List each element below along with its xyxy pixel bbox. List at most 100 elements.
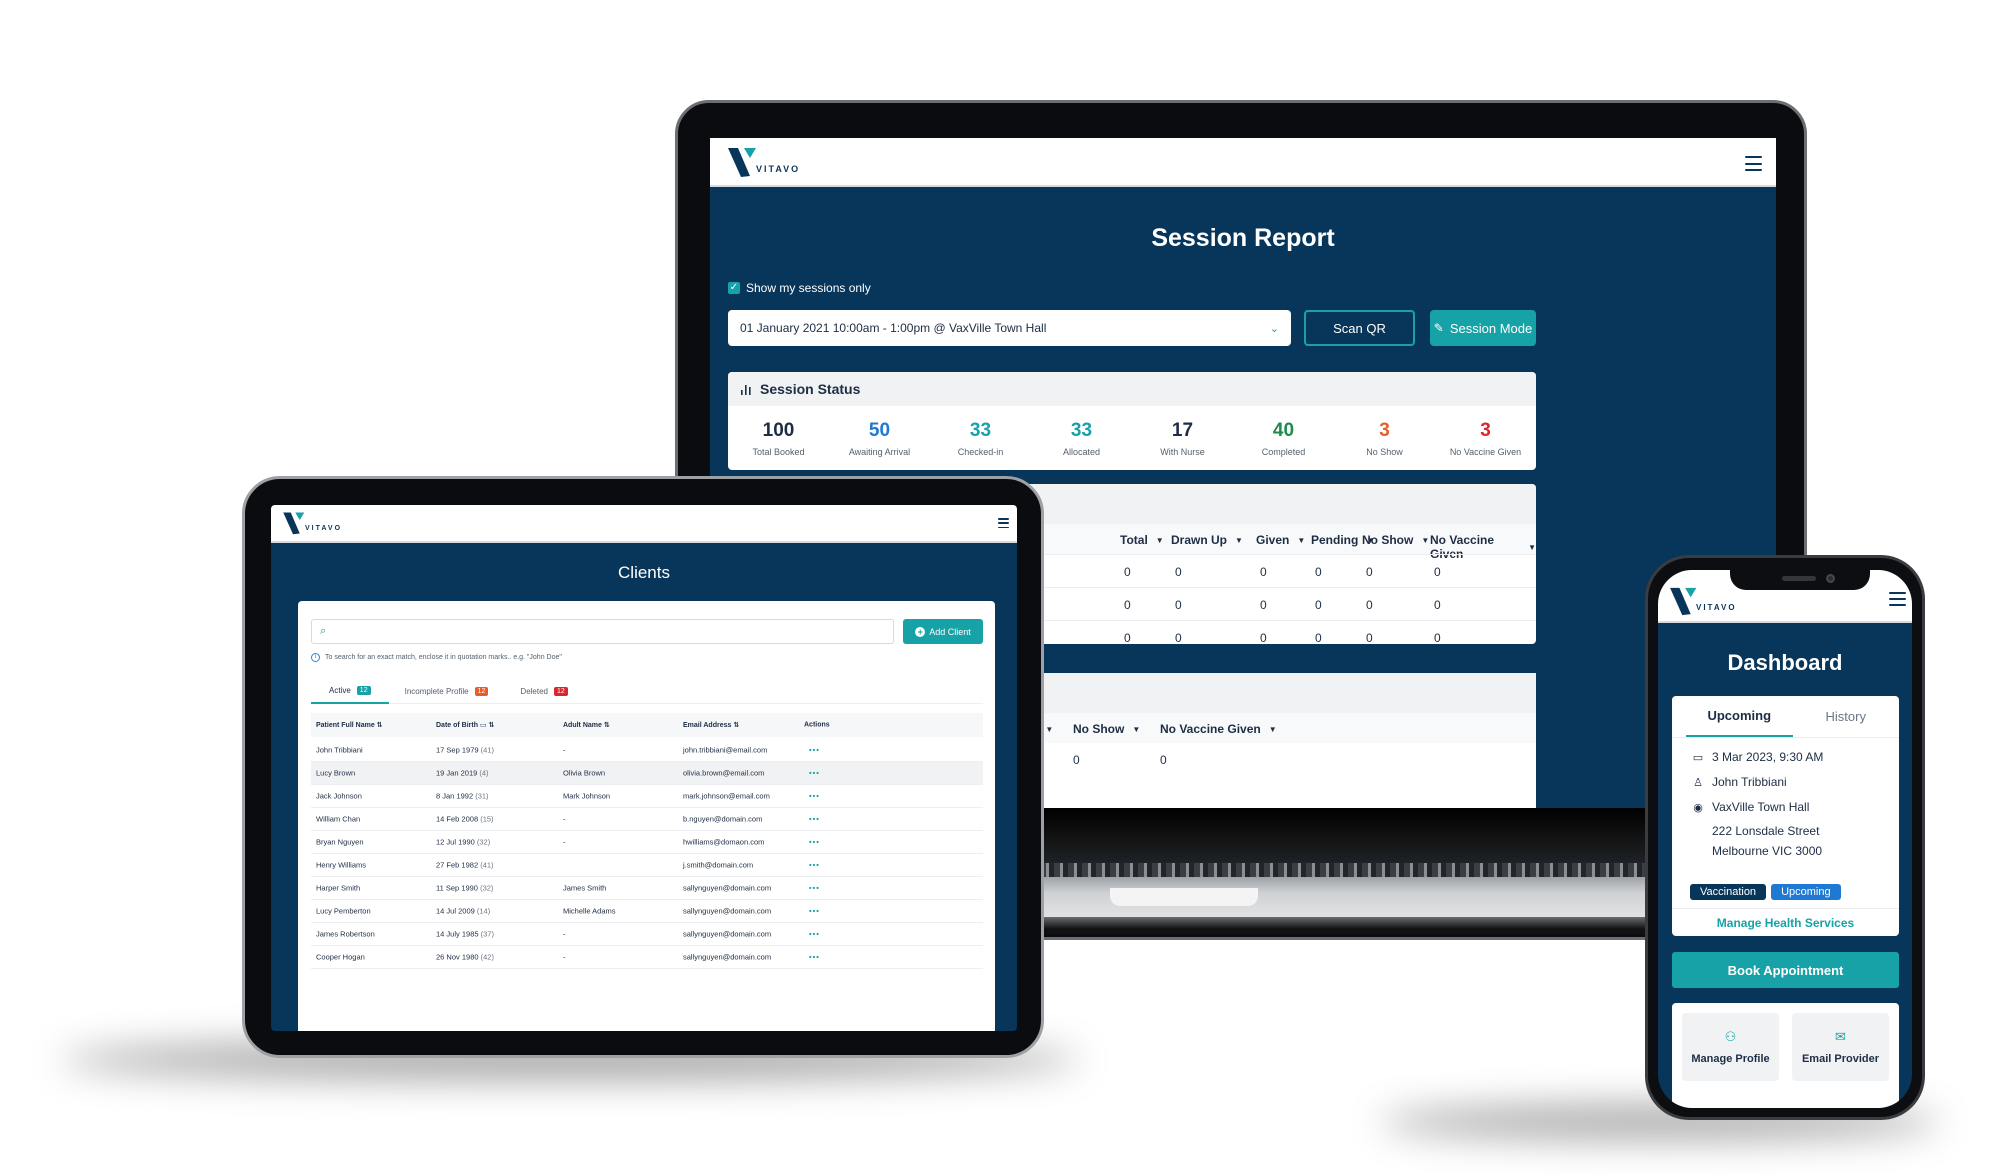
column-header-date-of-birth[interactable]: Date of Birth ▭ ⇅ <box>436 721 494 729</box>
client-dob: 14 Jul 2009 (14) <box>436 906 491 916</box>
session-mode-button[interactable]: ✎ Session Mode <box>1430 310 1536 346</box>
sort-caret-icon[interactable]: ▼ <box>1297 536 1305 545</box>
sort-caret-icon[interactable]: ▼ <box>1235 536 1243 545</box>
sort-caret-icon[interactable]: ▼ <box>1421 536 1429 545</box>
client-row[interactable]: Cooper Hogan 26 Nov 1980 (42) - sallynguyen… <box>311 946 983 969</box>
bar-chart-icon <box>741 385 751 395</box>
row-actions-menu-icon[interactable]: ••• <box>809 746 820 755</box>
client-search-input[interactable]: ⌕ <box>311 619 894 644</box>
menu-icon[interactable] <box>1745 156 1762 171</box>
client-adult-name: - <box>563 745 566 755</box>
column-header-no-show[interactable]: No Show ▼ <box>1362 533 1429 547</box>
tab-deleted[interactable]: Deleted 12 <box>504 678 583 704</box>
vitavo-logo[interactable]: VITAVO <box>283 511 342 535</box>
table-cell: 0 <box>1366 565 1373 579</box>
tab-label: Incomplete Profile <box>404 686 469 696</box>
manage-health-services-link[interactable]: Manage Health Services <box>1672 908 1899 936</box>
session-select[interactable]: 01 January 2021 10:00am - 1:00pm @ VaxVi… <box>728 310 1291 346</box>
logo-text: VITAVO <box>1696 603 1737 612</box>
client-row[interactable]: Henry Williams 27 Feb 1982 (41) j.smith@do… <box>311 854 983 877</box>
column-header-patient-full-name[interactable]: Patient Full Name ⇅ <box>316 721 383 729</box>
tab-upcoming[interactable]: Upcoming <box>1686 696 1793 737</box>
sort-caret-icon[interactable]: ▼ <box>1132 725 1140 734</box>
client-row[interactable]: Jack Johnson 8 Jan 1992 (31) Mark Johnson m… <box>311 785 983 808</box>
session-status-header: Session Status <box>728 372 1536 406</box>
book-appointment-button[interactable]: Book Appointment <box>1672 952 1899 988</box>
row-actions-menu-icon[interactable]: ••• <box>809 769 820 778</box>
table-cell: 0 <box>1315 598 1322 612</box>
row-actions-menu-icon[interactable]: ••• <box>809 861 820 870</box>
client-dob: 17 Sep 1979 (41) <box>436 745 494 755</box>
tab-active[interactable]: Active 12 <box>311 678 389 704</box>
client-adult-name: James Smith <box>563 883 607 893</box>
address-line-1: 222 Lonsdale Street <box>1712 824 1820 838</box>
client-row[interactable]: James Robertson 14 July 1985 (37) - sallyng… <box>311 923 983 946</box>
column-header-given[interactable]: Given ▼ <box>1256 533 1305 547</box>
client-age: (14) <box>476 906 491 916</box>
client-row[interactable]: Harper Smith 11 Sep 1990 (32) James Smith s… <box>311 877 983 900</box>
stat-no-vaccine-given: 3 No Vaccine Given <box>1435 420 1536 457</box>
client-row[interactable]: Lucy Pemberton 14 Jul 2009 (14) Michelle A… <box>311 900 983 923</box>
column-header-no-vaccine-given[interactable]: No Vaccine Given ▼ <box>1160 722 1277 736</box>
column-header-email-address[interactable]: Email Address ⇅ <box>683 721 739 729</box>
menu-icon[interactable] <box>1889 592 1906 606</box>
client-row[interactable]: John Tribbiani 17 Sep 1979 (41) - john.trib… <box>311 739 983 762</box>
clients-table-header: Patient Full Name ⇅ Date of Birth ▭ ⇅ Adul… <box>311 713 983 737</box>
stat-completed: 40 Completed <box>1233 420 1334 457</box>
email-provider-button[interactable]: ✉ Email Provider <box>1792 1013 1889 1081</box>
row-actions-menu-icon[interactable]: ••• <box>809 792 820 801</box>
sort-caret-icon[interactable]: ▼ <box>1156 536 1164 545</box>
session-status-title: Session Status <box>760 381 861 397</box>
sort-caret-icon[interactable]: ▼ <box>1269 725 1277 734</box>
tab-incomplete-profile[interactable]: Incomplete Profile 12 <box>389 678 505 704</box>
client-dob: 27 Feb 1982 (41) <box>436 860 494 870</box>
client-age: (15) <box>480 814 494 824</box>
row-actions-menu-icon[interactable]: ••• <box>809 953 820 962</box>
add-client-label: Add Client <box>929 626 971 637</box>
scan-qr-button[interactable]: Scan QR <box>1304 310 1415 346</box>
page-title: Dashboard <box>1727 650 1843 675</box>
add-client-button[interactable]: + Add Client <box>903 619 983 644</box>
table-cell: 0 <box>1175 631 1182 644</box>
plus-circle-icon: + <box>915 626 926 637</box>
tablet-app-header: VITAVO <box>271 505 1017 543</box>
chevron-down-icon: ⌄ <box>1269 322 1279 335</box>
table-cell: 0 <box>1434 598 1441 612</box>
column-header-adult-name[interactable]: Adult Name ⇅ <box>563 721 610 729</box>
column-header-drawn-up[interactable]: Drawn Up ▼ <box>1171 533 1243 547</box>
client-name: Cooper Hogan <box>316 952 365 962</box>
table-cell: 0 <box>1124 631 1131 644</box>
vitavo-logo[interactable]: VITAVO <box>728 146 800 178</box>
column-header-total[interactable]: Total ▼ <box>1120 533 1164 547</box>
client-email: sallynguyen@domain.com <box>683 883 772 893</box>
row-actions-menu-icon[interactable]: ••• <box>809 815 820 824</box>
stat-value: 100 <box>762 419 795 441</box>
client-row[interactable]: William Chan 14 Feb 2008 (15) - b.nguyen@do… <box>311 808 983 831</box>
tab-history[interactable]: History <box>1793 696 1900 737</box>
row-actions-menu-icon[interactable]: ••• <box>809 907 820 916</box>
client-row[interactable]: Lucy Brown 19 Jan 2019 (4) Olivia Brown oli… <box>311 762 983 785</box>
row-actions-menu-icon[interactable]: ••• <box>809 930 820 939</box>
users-icon: ⚇ <box>1724 1029 1737 1044</box>
vitavo-logo[interactable]: VITAVO <box>1670 586 1737 616</box>
phone-speaker <box>1782 576 1816 581</box>
stat-label: No Show <box>1366 446 1403 457</box>
column-header-no-show[interactable]: No Show ▼ <box>1073 722 1140 736</box>
show-my-sessions-toggle[interactable]: ✓ Show my sessions only <box>728 281 871 295</box>
sort-caret-icon[interactable]: ▼ <box>1528 543 1536 552</box>
row-actions-menu-icon[interactable]: ••• <box>809 838 820 847</box>
column-label: Pending <box>1311 533 1359 547</box>
checkbox-checked-icon[interactable]: ✓ <box>728 282 740 294</box>
sort-caret-icon[interactable]: ▼ <box>1045 725 1053 734</box>
table-cell: 0 <box>1175 565 1182 579</box>
client-name: Lucy Pemberton <box>316 906 371 916</box>
table-cell: 0 <box>1366 631 1373 644</box>
menu-icon[interactable] <box>998 518 1009 528</box>
column-label: Given <box>1256 533 1290 547</box>
search-hint: i To search for an exact match, enclose … <box>311 653 562 662</box>
client-row[interactable]: Bryan Nguyen 12 Jul 1990 (32) - hwilliams@d… <box>311 831 983 854</box>
client-name: John Tribbiani <box>316 745 363 755</box>
row-actions-menu-icon[interactable]: ••• <box>809 884 820 893</box>
manage-profile-button[interactable]: ⚇ Manage Profile <box>1682 1013 1779 1081</box>
appointment-patient-text: John Tribbiani <box>1712 775 1787 789</box>
